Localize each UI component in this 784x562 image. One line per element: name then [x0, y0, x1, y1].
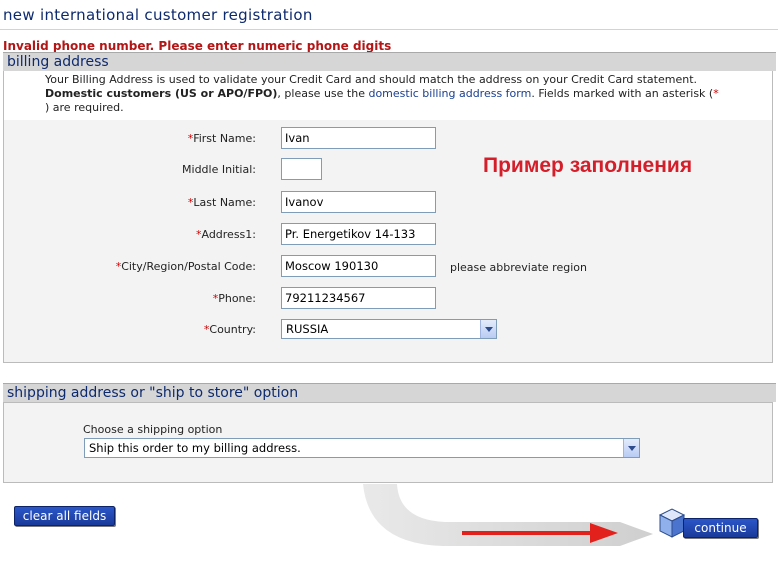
shipping-option-select[interactable]: Ship this order to my billing address. — [84, 438, 640, 458]
continue-button[interactable]: continue — [683, 518, 758, 538]
phone-input[interactable]: 79211234567 — [281, 287, 436, 309]
phone-label: *Phone: — [212, 292, 256, 305]
country-label: *Country: — [203, 323, 256, 336]
last-name-input[interactable]: Ivanov — [281, 191, 436, 213]
intro-end: ) are required. — [45, 101, 124, 114]
country-value: RUSSIA — [286, 322, 329, 336]
chevron-down-icon[interactable] — [623, 439, 639, 457]
intro-text: Your Billing Address is used to validate… — [45, 73, 698, 86]
red-arrow-icon — [462, 523, 618, 543]
title-divider — [0, 29, 778, 30]
intro-domestic-bold: Domestic customers (US or APO/FPO) — [45, 87, 278, 100]
shipping-heading: shipping address or "ship to store" opti… — [7, 385, 299, 401]
last-name-label: *Last Name: — [187, 196, 256, 209]
city-label: *City/Region/Postal Code: — [115, 260, 256, 273]
region-hint: please abbreviate region — [450, 261, 587, 274]
city-input[interactable]: Moscow 190130 — [281, 255, 436, 277]
example-annotation: Пример заполнения — [483, 154, 693, 177]
middle-initial-input[interactable] — [281, 158, 322, 180]
billing-section-header: billing address — [3, 52, 776, 71]
shipping-option-value: Ship this order to my billing address. — [89, 441, 301, 455]
intro-mid: , please use the — [277, 87, 369, 100]
first-name-label: *First Name: — [187, 132, 256, 145]
error-message: Invalid phone number. Please enter numer… — [3, 39, 392, 53]
intro-after-link: . Fields marked with an asterisk ( — [531, 87, 714, 100]
country-select[interactable]: RUSSIA — [281, 319, 497, 339]
shipping-option-label: Choose a shipping option — [83, 423, 223, 436]
clear-all-fields-button[interactable]: clear all fields — [14, 506, 115, 526]
asterisk-marker: * — [713, 87, 719, 100]
shipping-section-header: shipping address or "ship to store" opti… — [3, 383, 776, 402]
page-title: new international customer registration — [3, 6, 313, 24]
box-package-icon[interactable] — [656, 505, 686, 539]
middle-initial-label: Middle Initial: — [182, 163, 256, 176]
billing-intro: Your Billing Address is used to validate… — [4, 71, 772, 120]
address1-input[interactable]: Pr. Energetikov 14-133 — [281, 223, 436, 245]
domestic-form-link[interactable]: domestic billing address form — [368, 87, 531, 100]
address1-label: *Address1: — [195, 228, 256, 241]
chevron-down-icon[interactable] — [480, 320, 496, 338]
billing-heading: billing address — [7, 54, 109, 70]
first-name-input[interactable]: Ivan — [281, 127, 436, 149]
